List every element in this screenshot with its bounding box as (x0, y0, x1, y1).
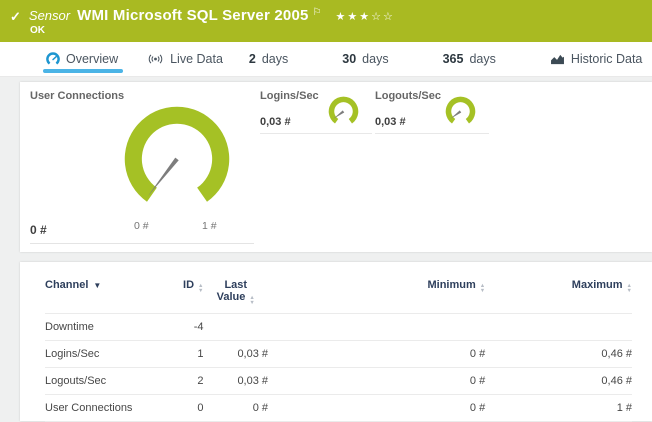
gauge-user-connections[interactable]: User Connections 0 # 1 # 0 # (30, 88, 254, 244)
sensor-header: ✓ Sensor WMI Microsoft SQL Server 2005 ⚐… (0, 0, 652, 42)
gauge-title: Logouts/Sec (375, 90, 441, 102)
gauge-scale-min: 0 # (134, 220, 149, 232)
overview-gauges-panel: User Connections 0 # 1 # 0 # Logins/Sec … (20, 82, 652, 252)
user-connections-gauge-dial (120, 100, 234, 214)
logins-gauge-dial (325, 92, 362, 129)
tab-30-days[interactable]: 30 days (342, 42, 388, 76)
cell-id: 1 (162, 341, 203, 368)
tab-historic-data[interactable]: Historic Data (550, 42, 643, 76)
tab-365-days[interactable]: 365 days (443, 42, 496, 76)
status-badge: OK (30, 25, 45, 36)
page-title: WMI Microsoft SQL Server 2005 (77, 7, 308, 24)
column-header-id[interactable]: ID▲▼ (162, 279, 203, 314)
column-header-last-value[interactable]: Last Value▲▼ (203, 279, 268, 314)
tab-historic-data-label: Historic Data (571, 52, 643, 66)
tab-overview-label: Overview (66, 52, 118, 66)
tab-2-days-label: days (262, 52, 288, 66)
sort-icon: ▲▼ (627, 284, 632, 293)
priority-stars[interactable]: ★★★☆☆ (336, 10, 395, 23)
cell-channel: Logouts/Sec (45, 368, 162, 395)
cell-last-value: 0,03 # (203, 368, 268, 395)
gauge-icon (46, 52, 60, 66)
table-row[interactable]: Logouts/Sec 2 0,03 # 0 # 0,46 # (45, 368, 632, 395)
gauge-logins-sec[interactable]: Logins/Sec 0,03 # (260, 88, 372, 134)
gauge-title: User Connections (30, 90, 124, 102)
sort-icon: ▲▼ (249, 296, 254, 305)
table-row[interactable]: Downtime -4 (45, 314, 632, 341)
cell-last-value: 0 # (203, 395, 268, 422)
cell-maximum: 1 # (485, 395, 632, 422)
gauge-title: Logins/Sec (260, 90, 319, 102)
cell-channel: Downtime (45, 314, 162, 341)
tab-bar: Overview Live Data 2 days 30 days 365 da… (0, 42, 652, 77)
sensor-kind-label: Sensor (29, 8, 70, 23)
tab-overview[interactable]: Overview (46, 42, 118, 76)
cell-last-value: 0,03 # (203, 341, 268, 368)
logouts-gauge-dial (442, 92, 479, 129)
gauge-current-value: 0,03 # (260, 116, 291, 128)
column-header-minimum[interactable]: Minimum▲▼ (268, 279, 485, 314)
cell-channel: Logins/Sec (45, 341, 162, 368)
tab-30-days-label: days (362, 52, 388, 66)
cell-id: 2 (162, 368, 203, 395)
cell-minimum: 0 # (268, 368, 485, 395)
cell-minimum: 0 # (268, 341, 485, 368)
cell-last-value (203, 314, 268, 341)
historic-chart-icon (550, 53, 565, 65)
gauge-scale-max: 1 # (202, 220, 217, 232)
cell-maximum (485, 314, 632, 341)
live-data-icon (147, 53, 164, 65)
sort-desc-icon: ▼ (93, 281, 101, 290)
table-header-row: Channel▼ ID▲▼ Last Value▲▼ Minimum▲▼ Max… (45, 279, 632, 314)
cell-minimum (268, 314, 485, 341)
gauge-logouts-sec[interactable]: Logouts/Sec 0,03 # (375, 88, 489, 134)
column-header-channel[interactable]: Channel▼ (45, 279, 162, 314)
cell-channel: User Connections (45, 395, 162, 422)
tab-365-days-number: 365 (443, 52, 464, 66)
column-header-maximum[interactable]: Maximum▲▼ (485, 279, 632, 314)
tab-2-days-number: 2 (249, 52, 256, 66)
tab-live-data-label: Live Data (170, 52, 223, 66)
sort-icon: ▲▼ (480, 284, 485, 293)
channel-table: Channel▼ ID▲▼ Last Value▲▼ Minimum▲▼ Max… (45, 279, 632, 422)
table-row[interactable]: Logins/Sec 1 0,03 # 0 # 0,46 # (45, 341, 632, 368)
favorite-flag-icon[interactable]: ⚐ (313, 7, 322, 18)
sort-icon: ▲▼ (198, 284, 203, 293)
gauge-current-value: 0,03 # (375, 116, 406, 128)
status-check-icon: ✓ (10, 9, 21, 25)
cell-id: -4 (162, 314, 203, 341)
table-row[interactable]: User Connections 0 0 # 0 # 1 # (45, 395, 632, 422)
tab-365-days-label: days (469, 52, 495, 66)
tab-30-days-number: 30 (342, 52, 356, 66)
cell-id: 0 (162, 395, 203, 422)
cell-maximum: 0,46 # (485, 368, 632, 395)
cell-minimum: 0 # (268, 395, 485, 422)
cell-maximum: 0,46 # (485, 341, 632, 368)
gauge-current-value: 0 # (30, 223, 47, 237)
tab-live-data[interactable]: Live Data (147, 42, 223, 76)
channel-table-panel: Channel▼ ID▲▼ Last Value▲▼ Minimum▲▼ Max… (20, 262, 652, 421)
tab-2-days[interactable]: 2 days (249, 42, 288, 76)
